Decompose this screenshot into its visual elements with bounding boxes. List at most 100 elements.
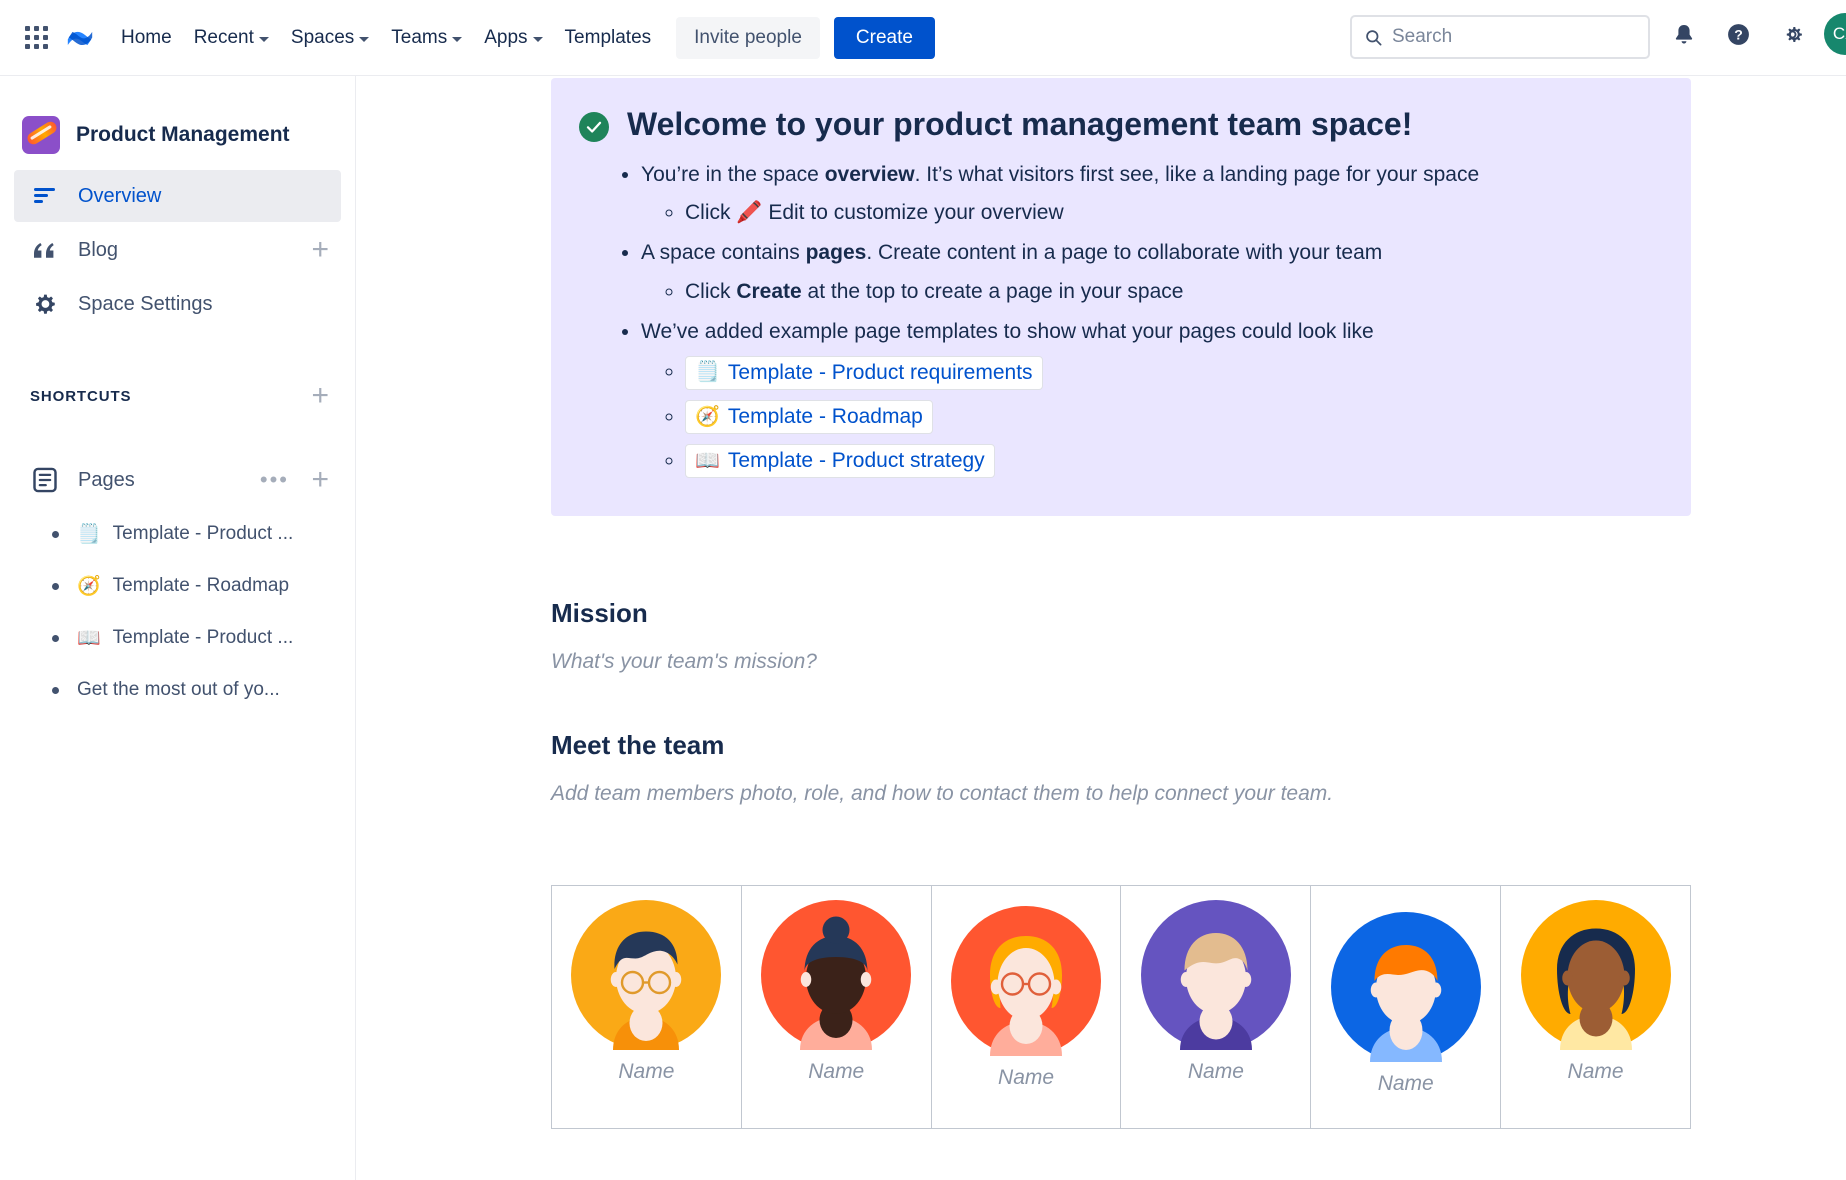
sub-text-bold: Create	[736, 280, 801, 303]
nav-link-home[interactable]: Home	[110, 18, 183, 58]
team-member-name: Name	[1507, 1060, 1684, 1084]
check-circle-icon	[579, 112, 609, 142]
team-member-cell[interactable]: Name	[552, 886, 742, 1129]
team-member-name: Name	[1317, 1072, 1494, 1096]
bullet-text-bold: overview	[825, 163, 915, 186]
team-member-cell[interactable]: Name	[1311, 886, 1501, 1129]
welcome-bullet: You’re in the space overview. It’s what …	[641, 160, 1661, 229]
space-header[interactable]: Product Management	[0, 102, 355, 168]
compass-icon: 🧭	[695, 405, 720, 429]
avatar	[951, 906, 1101, 1056]
search-box[interactable]	[1350, 15, 1650, 59]
welcome-sub-list: Click Create at the top to create a page…	[641, 277, 1661, 307]
nav-link-teams-label: Teams	[391, 27, 447, 49]
page-tree-item-label: Template - Roadmap	[113, 575, 289, 597]
sidebar-item-pages[interactable]: Pages ••• +	[14, 454, 341, 506]
mission-heading: Mission	[551, 598, 648, 629]
nav-link-apps[interactable]: Apps	[473, 18, 553, 58]
sub-text-pre: Click	[685, 201, 736, 224]
nav-link-spaces-label: Spaces	[291, 27, 354, 49]
template-link-label: Template - Product requirements	[728, 360, 1033, 385]
bullet-icon	[52, 635, 59, 642]
sidebar-item-blog-label: Blog	[78, 239, 118, 262]
sidebar-item-space-settings-label: Space Settings	[78, 293, 213, 316]
avatar	[1521, 900, 1671, 1050]
sidebar-item-space-settings[interactable]: Space Settings	[14, 278, 341, 330]
bullet-icon	[52, 583, 59, 590]
space-sidebar: Product Management Overview Blog + Space…	[0, 76, 356, 1180]
team-member-name: Name	[748, 1060, 925, 1084]
team-member-name: Name	[938, 1066, 1115, 1090]
template-link-product-strategy[interactable]: 📖 Template - Product strategy	[685, 444, 995, 478]
avatar	[761, 900, 911, 1050]
invite-people-button[interactable]: Invite people	[676, 17, 820, 59]
nav-link-recent[interactable]: Recent	[183, 18, 280, 58]
settings-button[interactable]	[1770, 12, 1814, 56]
page-tree-item-label: Template - Product ...	[113, 627, 294, 649]
space-pencil-icon	[22, 116, 60, 154]
bell-icon	[1672, 22, 1696, 46]
page-tree-item[interactable]: Get the most out of yo...	[14, 664, 341, 716]
shortcuts-label: SHORTCUTS	[30, 388, 131, 405]
page-tree-item-label: Template - Product ...	[113, 523, 294, 545]
sidebar-item-overview[interactable]: Overview	[14, 170, 341, 222]
team-member-cell[interactable]: Name	[1501, 886, 1691, 1129]
welcome-bullet-list: You’re in the space overview. It’s what …	[579, 160, 1661, 479]
notifications-button[interactable]	[1662, 12, 1706, 56]
team-member-cell[interactable]: Name	[931, 886, 1121, 1129]
table-row: Name Name	[552, 886, 1691, 1129]
question-circle-icon: ?	[1726, 22, 1751, 47]
welcome-bullet: A space contains pages. Create content i…	[641, 238, 1661, 307]
user-avatar[interactable]: CA	[1824, 13, 1846, 55]
template-chip-item: 🧭 Template - Roadmap	[685, 400, 1661, 434]
notepad-icon: 🗒️	[77, 525, 101, 544]
sidebar-item-blog[interactable]: Blog +	[14, 224, 341, 276]
avatar	[1331, 912, 1481, 1062]
welcome-panel: Welcome to your product management team …	[551, 78, 1691, 516]
gear-icon	[30, 291, 60, 317]
template-link-product-requirements[interactable]: 🗒️ Template - Product requirements	[685, 356, 1043, 390]
bullet-icon	[52, 687, 59, 694]
nav-link-templates-label: Templates	[565, 27, 652, 49]
page-tree-item-label: Get the most out of yo...	[77, 679, 280, 701]
nav-link-spaces[interactable]: Spaces	[280, 18, 380, 58]
nav-link-recent-label: Recent	[194, 27, 254, 49]
page-tree-item[interactable]: 📖 Template - Product ...	[14, 612, 341, 664]
welcome-bullet: We’ve added example page templates to sh…	[641, 317, 1661, 478]
sidebar-item-overview-label: Overview	[78, 185, 161, 208]
space-title: Product Management	[76, 123, 290, 147]
mission-placeholder-text: What's your team's mission?	[551, 650, 817, 674]
page-tree-item[interactable]: 🧭 Template - Roadmap	[14, 560, 341, 612]
add-page-button[interactable]: +	[311, 465, 329, 495]
meet-the-team-placeholder-text: Add team members photo, role, and how to…	[551, 782, 1333, 806]
team-member-cell[interactable]: Name	[741, 886, 931, 1129]
add-shortcut-button[interactable]: +	[311, 381, 329, 411]
quote-icon	[30, 239, 60, 261]
welcome-panel-title: Welcome to your product management team …	[627, 104, 1412, 146]
welcome-sub-list: Click 🖍️ Edit to customize your overview	[641, 198, 1661, 228]
top-right-icon-group: ? CA	[1662, 12, 1846, 56]
app-switcher-button[interactable]	[14, 16, 58, 60]
add-blog-post-button[interactable]: +	[311, 235, 329, 265]
meet-the-team-heading: Meet the team	[551, 730, 724, 761]
avatar	[1141, 900, 1291, 1050]
create-button[interactable]: Create	[834, 17, 935, 59]
help-button[interactable]: ?	[1716, 12, 1760, 56]
nav-link-templates[interactable]: Templates	[554, 18, 663, 58]
bullet-text-post: . It’s what visitors first see, like a l…	[915, 163, 1480, 186]
team-member-cell[interactable]: Name	[1121, 886, 1311, 1129]
sub-text-post: at the top to create a page in your spac…	[802, 280, 1184, 303]
pages-document-icon	[30, 466, 60, 494]
page-tree-item[interactable]: 🗒️ Template - Product ...	[14, 508, 341, 560]
page-content: Welcome to your product management team …	[357, 76, 1846, 1180]
team-member-name: Name	[558, 1060, 735, 1084]
welcome-sub-bullet: Click 🖍️ Edit to customize your overview	[685, 198, 1661, 228]
pages-more-actions-button[interactable]: •••	[260, 469, 289, 491]
confluence-logo-button[interactable]	[58, 16, 102, 60]
nav-link-apps-label: Apps	[484, 27, 527, 49]
search-input[interactable]	[1392, 26, 1622, 48]
overview-lines-icon	[30, 186, 60, 206]
chevron-down-icon	[359, 37, 369, 42]
nav-link-teams[interactable]: Teams	[380, 18, 473, 58]
template-link-roadmap[interactable]: 🧭 Template - Roadmap	[685, 400, 933, 434]
